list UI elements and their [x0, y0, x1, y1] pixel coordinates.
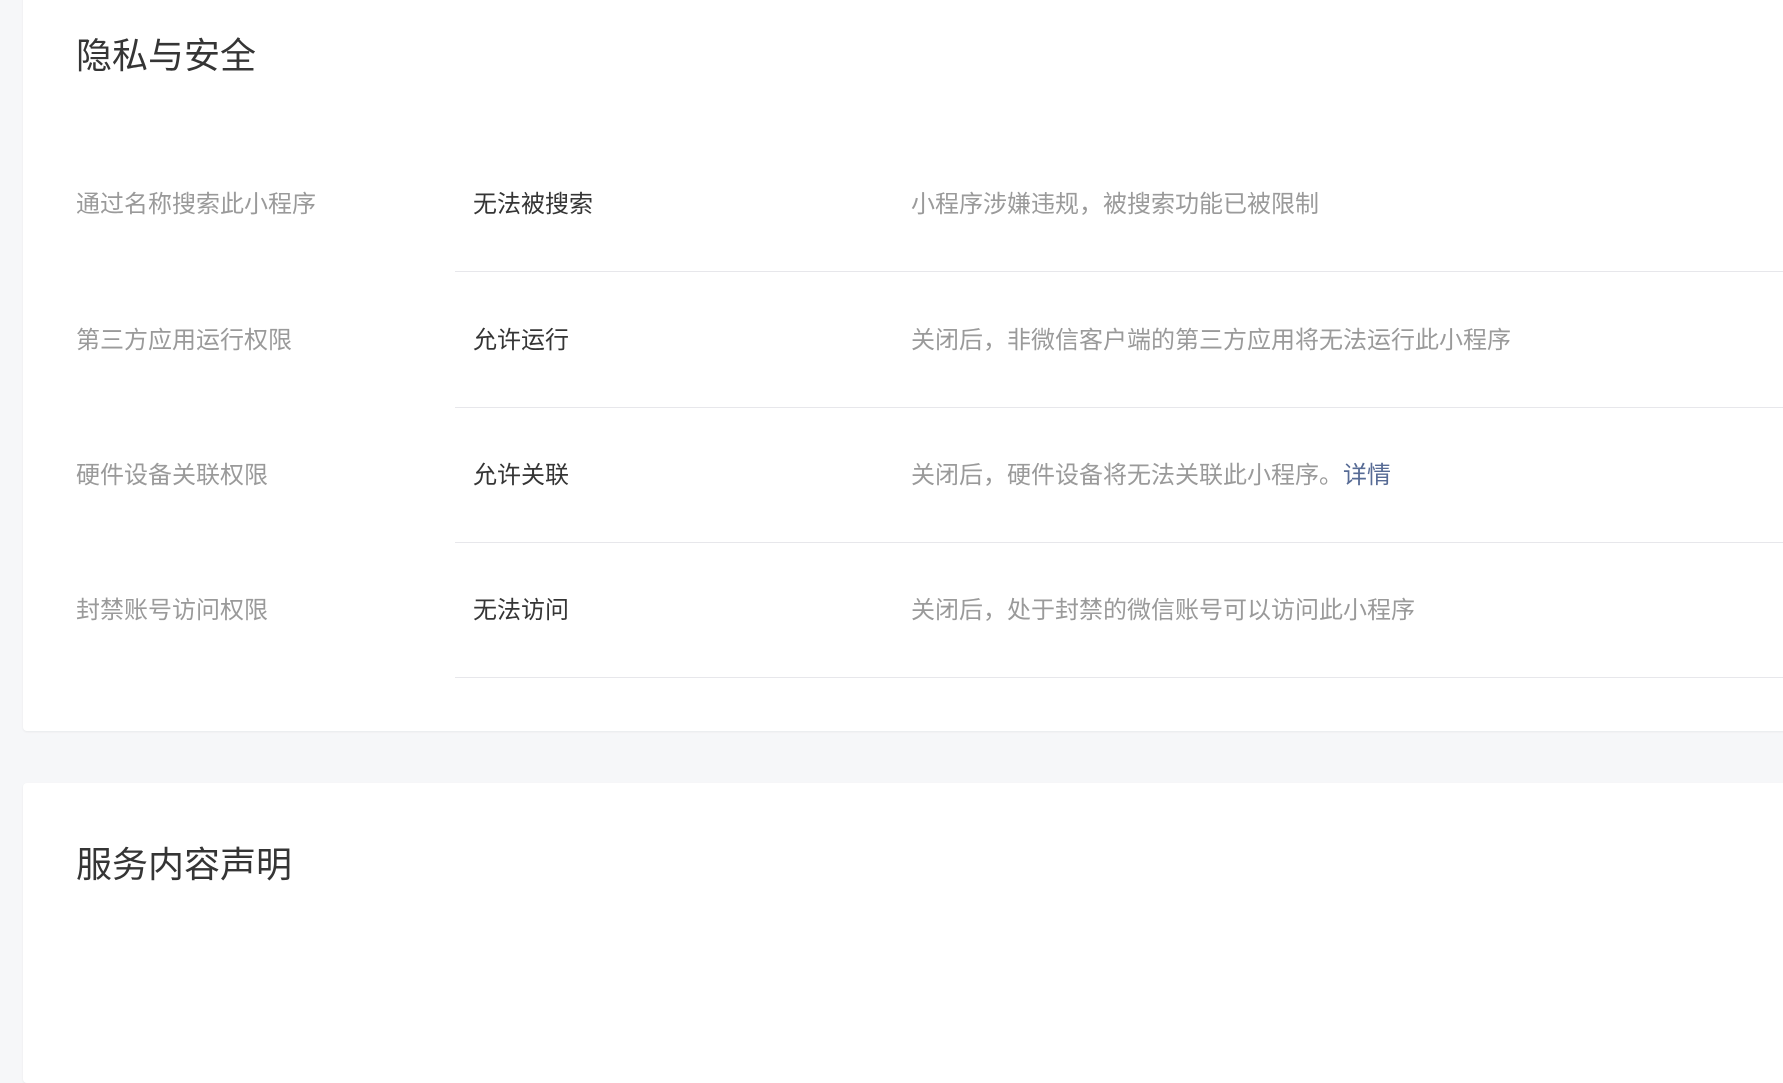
setting-description: 关闭后，硬件设备将无法关联此小程序。详情: [911, 408, 1391, 543]
setting-status: 允许运行: [473, 326, 569, 354]
setting-label: 通过名称搜索此小程序: [76, 190, 316, 218]
service-section-title: 服务内容声明: [76, 845, 293, 886]
setting-row-hardware: 硬件设备关联权限 允许关联 关闭后，硬件设备将无法关联此小程序。详情: [23, 408, 1783, 543]
setting-label: 封禁账号访问权限: [76, 596, 268, 624]
setting-label: 硬件设备关联权限: [76, 461, 268, 489]
setting-row-search: 通过名称搜索此小程序 无法被搜索 小程序涉嫌违规，被搜索功能已被限制: [23, 137, 1783, 272]
setting-row-banned-account: 封禁账号访问权限 无法访问 关闭后，处于封禁的微信账号可以访问此小程序: [23, 543, 1783, 678]
details-link[interactable]: 详情: [1343, 461, 1391, 489]
setting-description: 关闭后，处于封禁的微信账号可以访问此小程序: [911, 596, 1415, 624]
setting-label: 第三方应用运行权限: [76, 326, 292, 354]
service-content-card: 服务内容声明: [23, 783, 1783, 1083]
row-divider: [455, 677, 1783, 678]
privacy-section-title: 隐私与安全: [76, 36, 257, 77]
setting-status: 无法访问: [473, 596, 569, 624]
setting-description-text: 关闭后，硬件设备将无法关联此小程序。: [911, 461, 1343, 489]
setting-row-third-party: 第三方应用运行权限 允许运行 关闭后，非微信客户端的第三方应用将无法运行此小程序: [23, 273, 1783, 408]
setting-status: 无法被搜索: [473, 190, 593, 218]
row-divider: [455, 271, 1783, 272]
privacy-security-card: 隐私与安全 通过名称搜索此小程序 无法被搜索 小程序涉嫌违规，被搜索功能已被限制…: [23, 0, 1783, 731]
setting-status: 允许关联: [473, 461, 569, 489]
setting-description: 关闭后，非微信客户端的第三方应用将无法运行此小程序: [911, 326, 1511, 354]
setting-description: 小程序涉嫌违规，被搜索功能已被限制: [911, 190, 1319, 218]
